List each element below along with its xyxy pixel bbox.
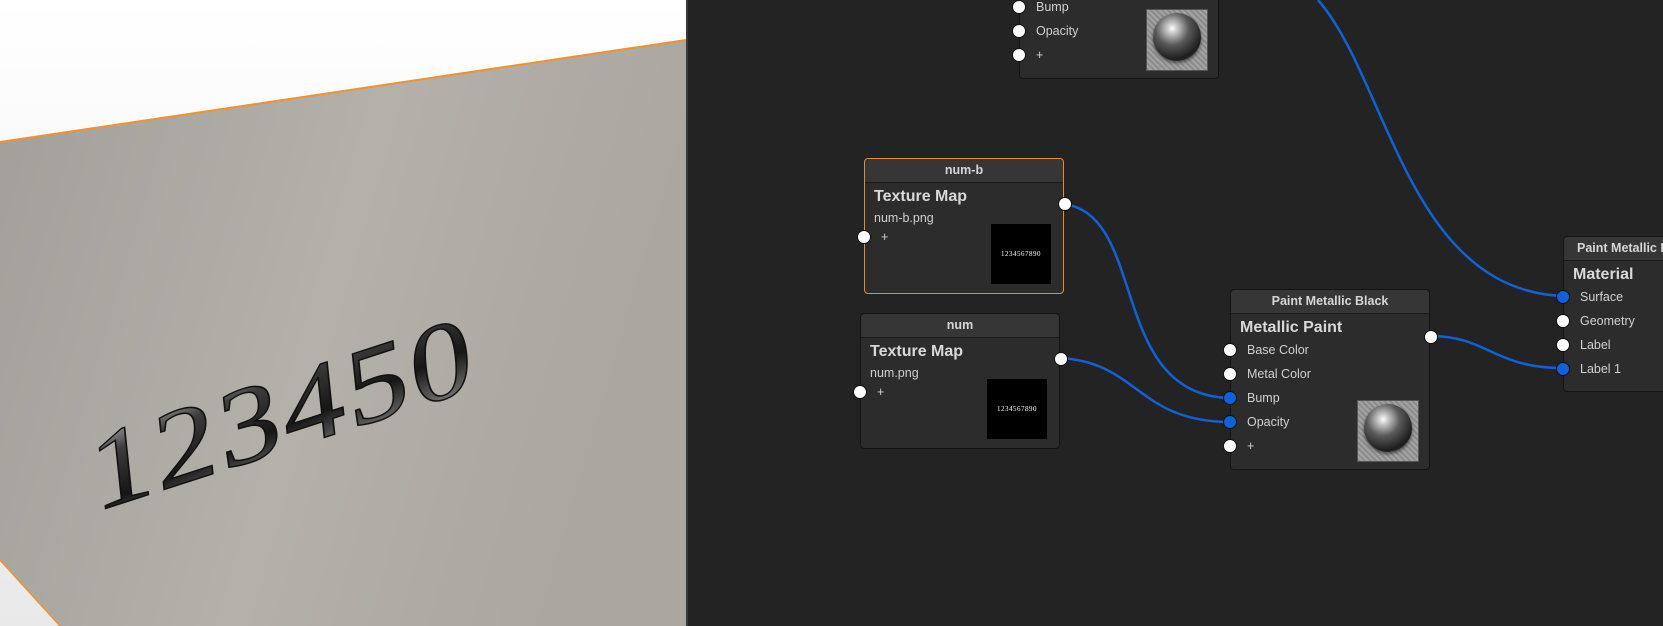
port-input-add[interactable] (853, 385, 867, 399)
port-label-add: + (877, 385, 885, 399)
node-file-name: num-b.png (874, 211, 934, 225)
port-opacity[interactable] (1223, 415, 1237, 429)
port-metal-color[interactable] (1223, 367, 1237, 381)
texture-thumbnail: 1234567890 (987, 379, 1047, 439)
material-preview-thumbnail (1146, 9, 1208, 71)
port-label-opacity: Opacity (1247, 415, 1290, 429)
port-label-add: + (881, 230, 889, 244)
port-output[interactable] (1058, 197, 1072, 211)
port-label-bump: Bump (1247, 391, 1280, 405)
port-label-bump: Bump (1036, 0, 1069, 14)
port-add[interactable] (1223, 439, 1237, 453)
port-label-label-1: Label 1 (1580, 362, 1622, 376)
node-num-b[interactable]: num-b Texture Map num-b.png + 1234567890 (857, 158, 1072, 294)
wire-top-to-surface (1317, 0, 1564, 298)
material-preview-thumbnail (1357, 400, 1419, 462)
node-metallic-paint[interactable]: Paint Metallic Black Metallic Paint Base… (1223, 289, 1438, 470)
connection-wires (1059, 0, 1564, 424)
node-title: Paint Metallic Black (1231, 290, 1429, 314)
port-label-metal-color: Metal Color (1247, 367, 1311, 381)
texture-thumbnail: 1234567890 (991, 224, 1051, 284)
node-material[interactable]: Paint Metallic Black Material Surface Ge… (1556, 236, 1663, 392)
port-label[interactable] (1556, 338, 1570, 352)
node-type-label: Texture Map (874, 188, 968, 205)
port-add[interactable] (1012, 48, 1026, 62)
node-type-label: Material (1573, 266, 1634, 283)
node-top-partial[interactable]: Bump Opacity + (1012, 0, 1219, 79)
port-label-add: + (1247, 439, 1255, 453)
port-output[interactable] (1054, 352, 1068, 366)
node-num[interactable]: num Texture Map num.png + 1234567890 (853, 313, 1068, 449)
port-label-base-color: Base Color (1247, 343, 1309, 357)
port-geometry[interactable] (1556, 314, 1570, 328)
3d-viewport[interactable]: 123450 (0, 0, 686, 626)
node-graph-editor[interactable]: Bump Opacity + num-b Texture Map num-b.p… (688, 0, 1663, 626)
node-type-label: Texture Map (870, 343, 964, 360)
node-title: num (861, 314, 1059, 338)
port-label-add: + (1036, 48, 1044, 62)
port-surface[interactable] (1556, 290, 1570, 304)
wire-num-to-opacity (1059, 356, 1231, 424)
node-file-name: num.png (870, 366, 919, 380)
port-label-1[interactable] (1556, 362, 1570, 376)
viewport-render: 123450 (0, 39, 686, 626)
wire-num-b-to-bump (1063, 202, 1231, 400)
port-opacity[interactable] (1012, 24, 1026, 38)
port-label-surface: Surface (1580, 290, 1624, 304)
wire-paint-to-label1 (1429, 334, 1564, 370)
port-output[interactable] (1424, 330, 1438, 344)
port-bump[interactable] (1223, 391, 1237, 405)
port-input-add[interactable] (857, 230, 871, 244)
port-base-color[interactable] (1223, 343, 1237, 357)
port-label-geometry: Geometry (1580, 314, 1635, 328)
node-type-label: Metallic Paint (1240, 319, 1343, 336)
node-title: Paint Metallic Black (1564, 237, 1663, 261)
node-title: num-b (865, 159, 1063, 183)
port-bump[interactable] (1012, 0, 1026, 14)
port-label-label: Label (1580, 338, 1611, 352)
port-label-opacity: Opacity (1036, 24, 1079, 38)
